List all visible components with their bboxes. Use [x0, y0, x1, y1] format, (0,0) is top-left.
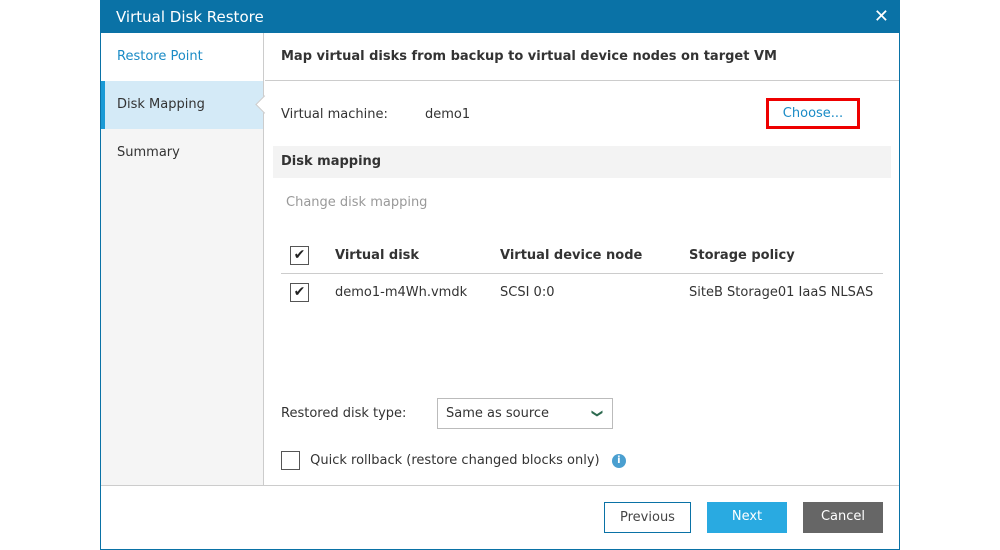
- main-panel: Map virtual disks from backup to virtual…: [265, 33, 899, 485]
- dialog-footer: Previous Next Cancel: [101, 485, 899, 549]
- dialog-title: Virtual Disk Restore: [116, 8, 264, 26]
- vm-value: demo1: [425, 107, 471, 122]
- col-virtual-device-node: Virtual device node: [500, 248, 643, 263]
- page-title: Map virtual disks from backup to virtual…: [265, 33, 899, 81]
- col-virtual-disk: Virtual disk: [335, 248, 420, 263]
- cell-node: SCSI 0:0: [500, 284, 555, 300]
- change-disk-mapping-link[interactable]: Change disk mapping: [286, 195, 427, 210]
- quick-rollback-checkbox[interactable]: [281, 451, 300, 470]
- cell-disk: demo1-m4Wh.vmdk: [335, 284, 468, 300]
- step-disk-mapping[interactable]: Disk Mapping: [101, 81, 263, 129]
- section-disk-mapping: Disk mapping: [273, 146, 891, 178]
- table-row[interactable]: ✔ demo1-m4Wh.vmdk SCSI 0:0 SiteB Storage…: [281, 274, 883, 310]
- choose-button[interactable]: Choose...: [766, 98, 860, 129]
- chevron-down-icon: ❯: [590, 408, 604, 419]
- next-button[interactable]: Next: [707, 502, 787, 533]
- wizard-steps: Restore Point Disk Mapping Summary: [101, 33, 264, 485]
- disk-type-select[interactable]: Same as source ❯: [437, 398, 613, 429]
- table-header: ✔ Virtual disk Virtual device node Stora…: [281, 238, 883, 274]
- select-all-checkbox[interactable]: ✔: [290, 246, 309, 265]
- col-storage-policy: Storage policy: [689, 248, 795, 263]
- dialog-header: Virtual Disk Restore ✕: [101, 1, 899, 33]
- vm-label: Virtual machine:: [281, 107, 388, 122]
- close-icon[interactable]: ✕: [874, 1, 889, 33]
- cell-policy: SiteB Storage01 IaaS NLSAS: [689, 284, 874, 300]
- info-icon[interactable]: i: [611, 453, 626, 468]
- step-summary: Summary: [117, 145, 180, 160]
- step-restore-point[interactable]: Restore Point: [101, 33, 263, 81]
- disk-type-value: Same as source: [446, 406, 550, 421]
- disk-table: ✔ Virtual disk Virtual device node Stora…: [281, 238, 883, 310]
- disk-type-label: Restored disk type:: [281, 406, 407, 421]
- quick-rollback-label: Quick rollback (restore changed blocks o…: [310, 453, 600, 468]
- cancel-button[interactable]: Cancel: [803, 502, 883, 533]
- virtual-disk-restore-dialog: Virtual Disk Restore ✕ Restore Point Dis…: [100, 0, 900, 550]
- row-checkbox[interactable]: ✔: [290, 282, 309, 302]
- previous-button[interactable]: Previous: [604, 502, 691, 533]
- quick-rollback-row: Quick rollback (restore changed blocks o…: [281, 451, 626, 470]
